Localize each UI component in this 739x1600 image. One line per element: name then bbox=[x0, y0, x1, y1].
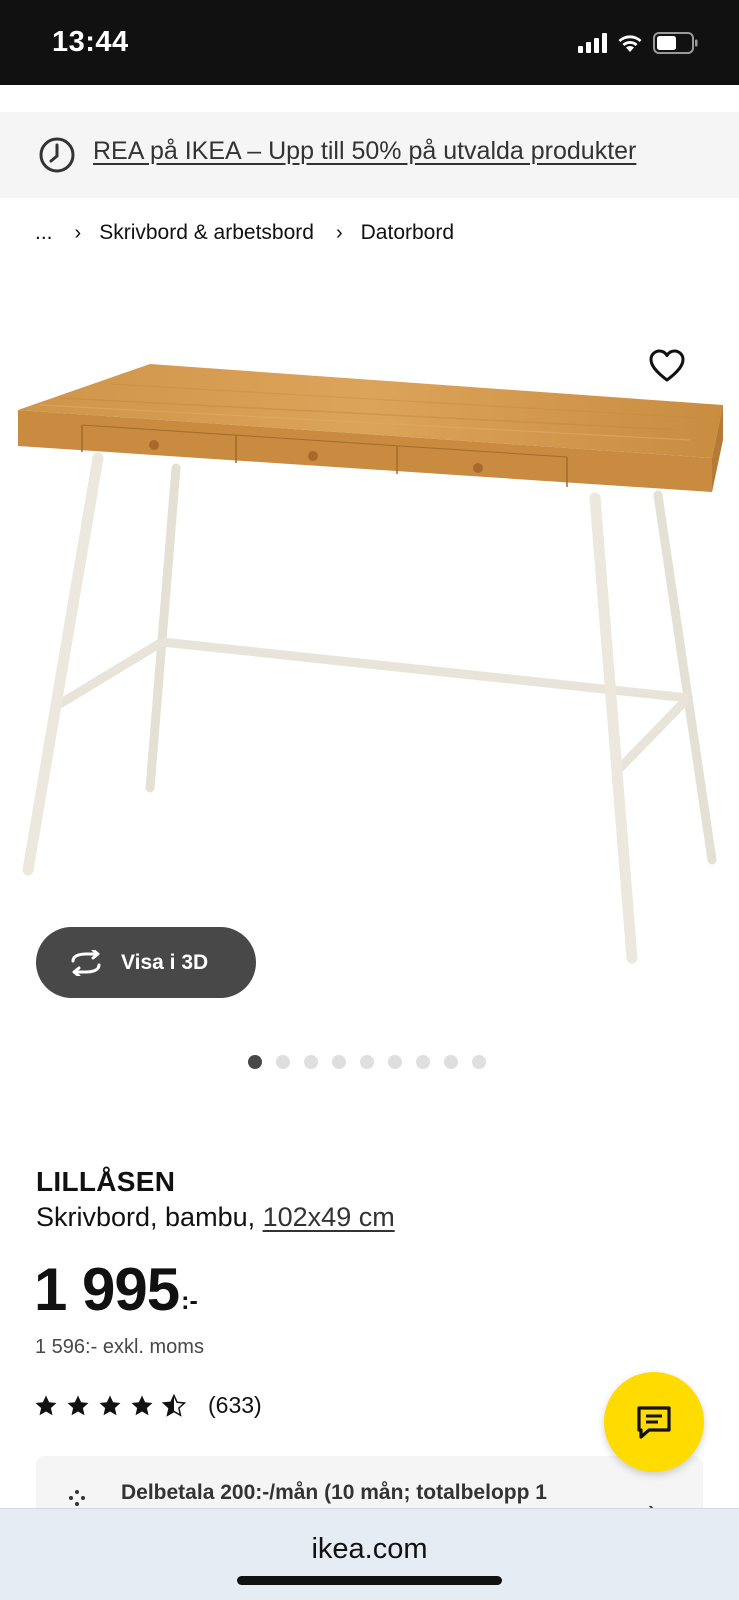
star-icon bbox=[99, 1395, 121, 1415]
product-type: Skrivbord, bambu, bbox=[36, 1202, 256, 1232]
product-size-link[interactable]: 102x49 cm bbox=[263, 1202, 395, 1232]
status-icons bbox=[578, 32, 699, 54]
breadcrumb: ... › Skrivbord & arbetsbord › Datorbord bbox=[35, 221, 454, 245]
installment-text: Delbetala 200:-/mån (10 mån; totalbelopp… bbox=[121, 1481, 547, 1504]
gallery-dot[interactable] bbox=[416, 1055, 430, 1069]
rating-count: (633) bbox=[208, 1392, 262, 1418]
chat-icon bbox=[637, 1406, 671, 1439]
price-excl-vat: 1 596:- exkl. moms bbox=[35, 1336, 204, 1358]
promo-link[interactable]: REA på IKEA – Upp till 50% på utvalda pr… bbox=[93, 137, 636, 166]
gallery-dot[interactable] bbox=[444, 1055, 458, 1069]
view-3d-button[interactable]: Visa i 3D bbox=[36, 927, 256, 998]
clock-icon bbox=[39, 137, 75, 173]
breadcrumb-separator: › bbox=[335, 221, 343, 244]
signal-icon bbox=[578, 33, 607, 53]
product-price: 1 995 :- bbox=[34, 1260, 198, 1320]
installment-icon bbox=[69, 1490, 85, 1506]
browser-bar: ikea.com bbox=[0, 1508, 739, 1600]
price-suffix: :- bbox=[181, 1287, 198, 1315]
product-description: Skrivbord, bambu, 102x49 cm bbox=[36, 1202, 395, 1233]
gallery-dot[interactable] bbox=[304, 1055, 318, 1069]
status-bar: 13:44 bbox=[0, 0, 739, 85]
home-indicator[interactable] bbox=[237, 1576, 502, 1585]
gallery-dot[interactable] bbox=[276, 1055, 290, 1069]
rating-stars bbox=[34, 1393, 186, 1418]
rating[interactable]: (633) bbox=[34, 1392, 262, 1419]
breadcrumb-separator: › bbox=[74, 221, 82, 244]
gallery-dot[interactable] bbox=[248, 1055, 262, 1069]
star-icon bbox=[35, 1395, 57, 1415]
gallery-dot[interactable] bbox=[332, 1055, 346, 1069]
star-icon bbox=[67, 1395, 89, 1415]
price-integer: 1 995 bbox=[34, 1256, 180, 1323]
gallery-dot[interactable] bbox=[388, 1055, 402, 1069]
battery-icon bbox=[653, 32, 698, 54]
gallery-dot[interactable] bbox=[472, 1055, 486, 1069]
breadcrumb-datorbord[interactable]: Datorbord bbox=[361, 221, 454, 245]
product-name: LILLÅSEN bbox=[36, 1166, 176, 1197]
wifi-icon bbox=[618, 35, 642, 52]
breadcrumb-skrivbord[interactable]: Skrivbord & arbetsbord bbox=[99, 221, 314, 245]
rotate-icon bbox=[71, 949, 101, 976]
star-icon bbox=[131, 1395, 153, 1415]
status-time: 13:44 bbox=[52, 26, 129, 58]
url-bar[interactable]: ikea.com bbox=[0, 1533, 739, 1566]
promo-banner[interactable]: REA på IKEA – Upp till 50% på utvalda pr… bbox=[0, 112, 739, 198]
half-star-icon bbox=[162, 1393, 186, 1417]
gallery-dots bbox=[248, 1055, 486, 1069]
gallery-dot[interactable] bbox=[360, 1055, 374, 1069]
heart-icon[interactable] bbox=[648, 348, 686, 384]
view-3d-label: Visa i 3D bbox=[121, 950, 209, 974]
chat-button[interactable] bbox=[604, 1372, 704, 1472]
breadcrumb-ellipsis[interactable]: ... bbox=[35, 221, 53, 245]
